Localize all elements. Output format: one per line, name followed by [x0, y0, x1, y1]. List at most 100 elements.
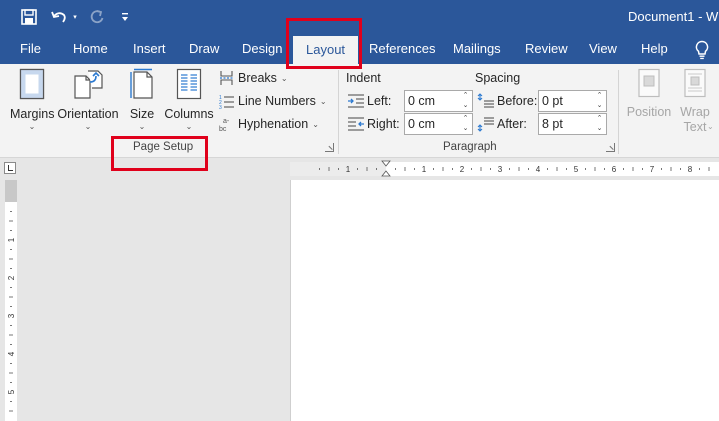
tab-mailings[interactable]: Mailings [453, 34, 501, 64]
document-page[interactable] [290, 180, 719, 421]
spacing-before-icon [477, 93, 497, 109]
chevron-down-icon: ⌄ [84, 122, 92, 131]
svg-text:bc: bc [219, 126, 227, 132]
vertical-ruler[interactable]: 1 2 3 4 5 [5, 180, 17, 421]
chevron-down-icon: ⌄ [138, 122, 146, 131]
ribbon-tab-bar: File Home Insert Draw Design Layout Refe… [0, 34, 719, 64]
ruler-number: 5 [7, 389, 16, 394]
save-icon[interactable] [20, 7, 38, 27]
margins-button[interactable]: Margins ⌄ [10, 68, 54, 131]
spacing-after-icon [477, 116, 497, 132]
hyphenation-button[interactable]: a-bc Hyphenation ⌄ [219, 114, 319, 134]
indent-left-input[interactable] [405, 92, 459, 110]
tab-file[interactable]: File [20, 34, 41, 64]
spacing-before-input[interactable] [539, 92, 593, 110]
breaks-button[interactable]: Breaks ⌄ [219, 68, 288, 88]
undo-icon[interactable] [50, 7, 68, 27]
spin-arrows-icon[interactable]: ⌃ ⌄ [595, 92, 604, 110]
spacing-title: Spacing [475, 71, 521, 85]
spacing-after-input[interactable] [539, 115, 593, 133]
position-label: Position [626, 105, 672, 119]
indent-right-label: Right: [347, 113, 400, 135]
size-button[interactable]: Size ⌄ [128, 68, 156, 131]
ruler-number: 4 [536, 165, 541, 174]
tab-design[interactable]: Design [242, 34, 282, 64]
svg-text:a-: a- [223, 118, 230, 125]
tab-draw[interactable]: Draw [189, 34, 219, 64]
columns-label: Columns [164, 107, 214, 121]
paragraph-group-label: Paragraph [443, 141, 497, 153]
wrap-text-icon [677, 68, 713, 101]
line-numbers-button[interactable]: 123 Line Numbers ⌄ [219, 91, 327, 111]
indent-left-field[interactable]: ⌃⌄ [404, 90, 473, 112]
spacing-before-label: Before: [477, 90, 537, 112]
ruler-number: 4 [7, 351, 16, 356]
margins-icon [10, 68, 54, 103]
page-setup-dialog-launcher-icon[interactable] [325, 143, 334, 152]
tab-layout[interactable]: Layout [293, 36, 359, 64]
spacing-before-field[interactable]: ⌃⌄ [538, 90, 607, 112]
ruler-number: 1 [7, 237, 16, 242]
indent-title: Indent [346, 71, 381, 85]
ruler-number: 1 [422, 165, 427, 174]
spin-arrows-icon[interactable]: ⌃ ⌄ [461, 92, 470, 110]
redo-icon[interactable] [88, 7, 106, 27]
chevron-down-icon: ⌄ [319, 96, 327, 106]
margins-label: Margins [10, 107, 55, 121]
line-numbers-label: Line Numbers [238, 94, 316, 108]
chevron-down-icon: ⌄ [28, 122, 36, 131]
tab-home[interactable]: Home [73, 34, 108, 64]
ruler-number: 5 [574, 165, 579, 174]
indent-left-label: Left: [347, 90, 391, 112]
indent-right-input[interactable] [405, 115, 459, 133]
orientation-icon [57, 68, 119, 103]
chevron-down-icon: ⌄ [312, 119, 319, 129]
chevron-down-icon: ⌄ [185, 122, 193, 131]
ruler-number: 3 [498, 165, 503, 174]
lightbulb-icon[interactable] [694, 40, 712, 60]
breaks-icon [219, 70, 236, 86]
columns-icon [163, 68, 215, 103]
title-bar: ▾ Document1 - W [0, 0, 719, 34]
tab-help[interactable]: Help [641, 34, 668, 64]
size-label: Size [129, 107, 155, 121]
tab-selector-icon[interactable] [4, 162, 16, 174]
tab-review[interactable]: Review [525, 34, 568, 64]
horizontal-ruler[interactable]: 1 1 2 3 4 5 6 7 8 [290, 160, 719, 177]
svg-text:3: 3 [219, 105, 222, 109]
orientation-label: Orientation [57, 107, 119, 121]
undo-dropdown-icon[interactable]: ▾ [71, 7, 79, 27]
paragraph-dialog-launcher-icon[interactable] [606, 143, 615, 152]
position-icon [625, 68, 673, 101]
ruler-number: 7 [650, 165, 655, 174]
columns-button[interactable]: Columns ⌄ [163, 68, 215, 131]
hyphenation-icon: a-bc [219, 116, 236, 133]
size-icon [128, 68, 156, 103]
spacing-after-label: After: [477, 113, 527, 135]
position-button[interactable]: Position [625, 68, 673, 119]
tab-insert[interactable]: Insert [133, 34, 166, 64]
ruler-number: 3 [7, 313, 16, 318]
spacing-after-field[interactable]: ⌃⌄ [538, 113, 607, 135]
page-setup-group-label: Page Setup [133, 141, 194, 153]
customize-qat-icon[interactable] [120, 7, 130, 27]
breaks-label: Breaks [238, 71, 277, 85]
document-title: Document1 - W [628, 9, 719, 24]
indent-left-icon [347, 94, 367, 108]
tab-view[interactable]: View [589, 34, 617, 64]
ruler-number: 1 [346, 165, 351, 174]
orientation-button[interactable]: Orientation ⌄ [57, 68, 119, 131]
ruler-number: 8 [688, 165, 693, 174]
spin-arrows-icon[interactable]: ⌃ ⌄ [461, 115, 470, 133]
indent-right-field[interactable]: ⌃⌄ [404, 113, 473, 135]
hyphenation-label: Hyphenation [238, 117, 309, 131]
chevron-down-icon: ⌄ [280, 73, 288, 83]
chevron-down-icon: ⌄ [707, 122, 714, 131]
tab-references[interactable]: References [369, 34, 435, 64]
group-divider [338, 70, 339, 154]
group-divider [618, 70, 619, 154]
ruler-number: 2 [460, 165, 465, 174]
indent-right-icon [347, 117, 367, 131]
ruler-number: 2 [7, 275, 16, 280]
spin-arrows-icon[interactable]: ⌃ ⌄ [595, 115, 604, 133]
